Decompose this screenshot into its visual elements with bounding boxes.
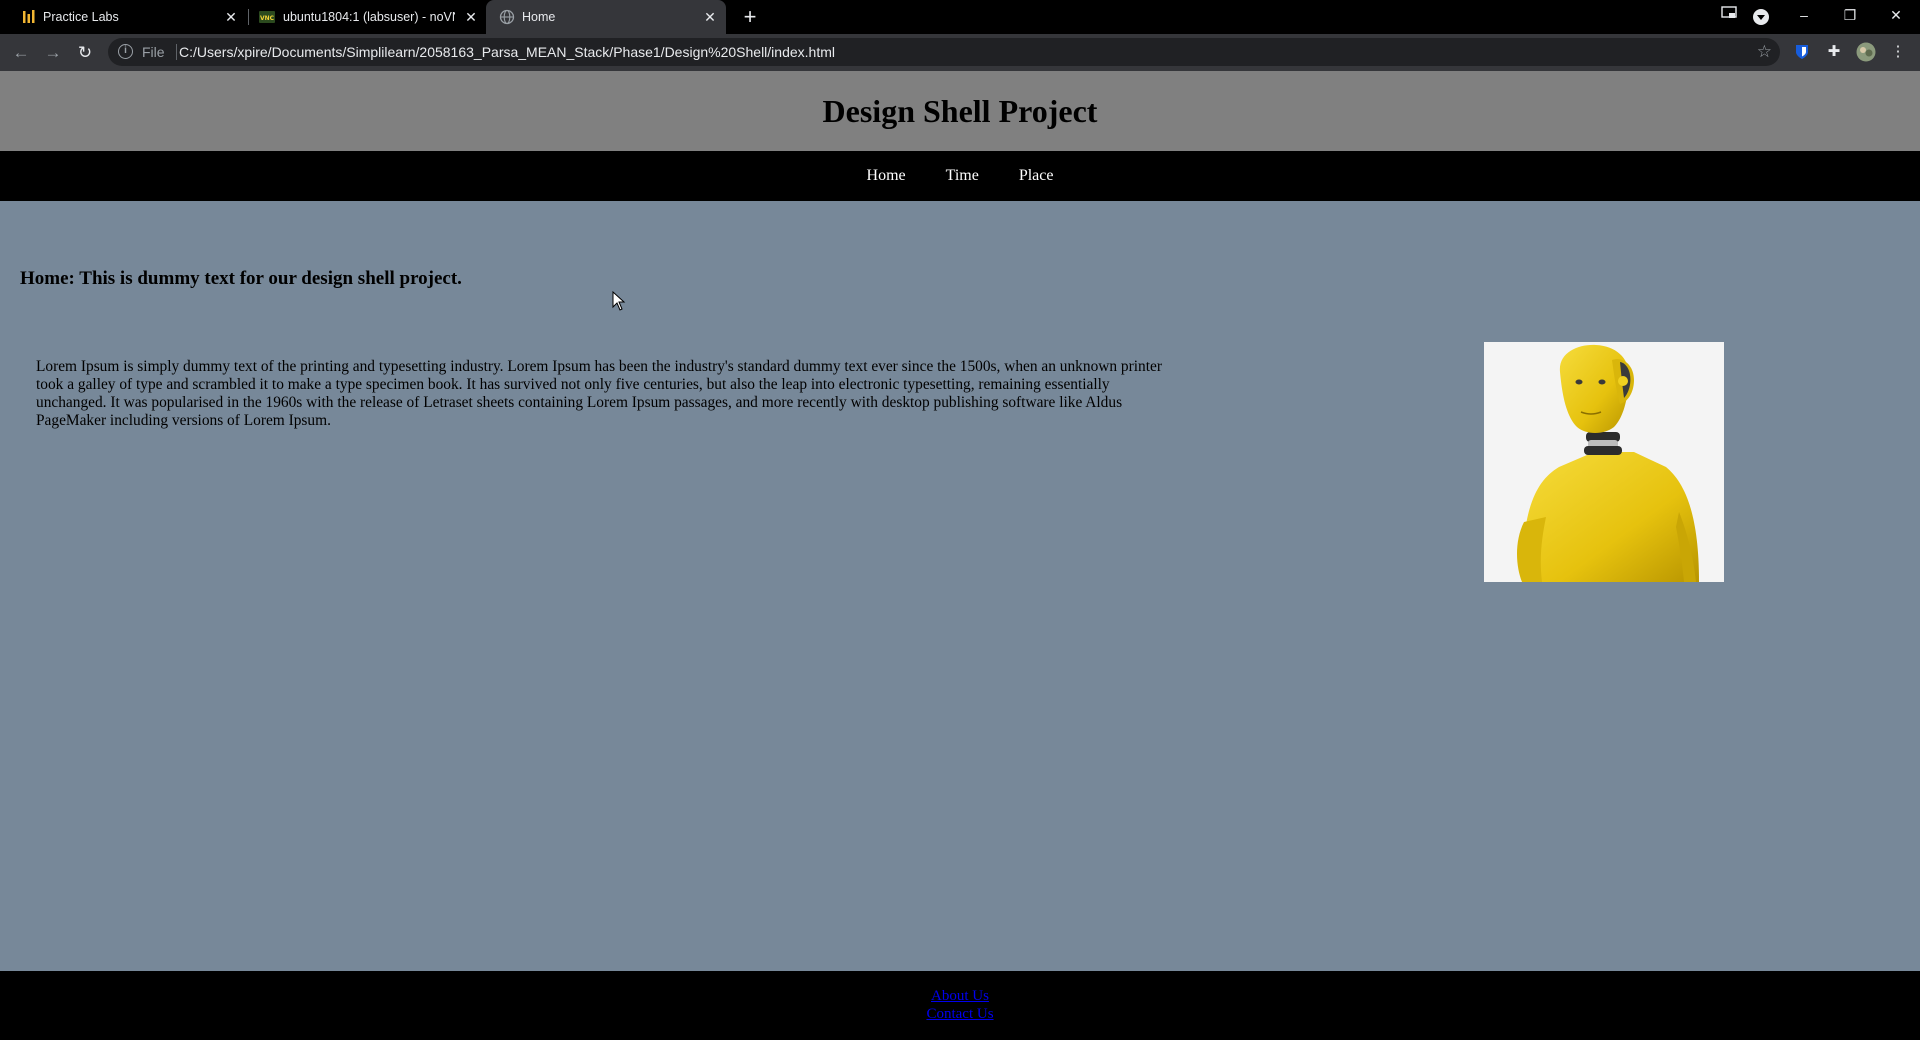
tab-practice-labs[interactable]: Practice Labs ✕: [0, 0, 240, 34]
practice-labs-logo-icon: [23, 10, 35, 23]
mouse-cursor-icon: [612, 291, 626, 311]
window-close-icon[interactable]: ✕: [1873, 0, 1919, 34]
footer-link-contact-us[interactable]: Contact Us: [0, 1005, 1920, 1023]
globe-icon: [499, 9, 515, 25]
browser-menu-icon[interactable]: ⋮: [1885, 39, 1911, 65]
tab-novnc[interactable]: VNC ubuntu1804:1 (labsuser) - noVNC ✕: [240, 0, 480, 34]
tab-title: Practice Labs: [43, 10, 119, 24]
profile-menu-icon[interactable]: [1738, 0, 1784, 34]
reload-icon[interactable]: ↻: [71, 39, 99, 67]
web-page: Design Shell Project Home Time Place Hom…: [0, 71, 1920, 1040]
close-icon[interactable]: ✕: [702, 9, 718, 25]
forward-arrow-icon[interactable]: →: [39, 39, 67, 67]
minimize-icon[interactable]: –: [1781, 0, 1827, 34]
footer-link-about-us[interactable]: About Us: [0, 987, 1920, 1005]
browser-toolbar: ← → ↻ i File C:/Users/xpire/Documents/Si…: [0, 34, 1920, 71]
close-icon[interactable]: ✕: [463, 9, 479, 25]
tab-title: ubuntu1804:1 (labsuser) - noVNC: [283, 10, 455, 24]
close-icon[interactable]: ✕: [223, 9, 239, 25]
scheme-label: File: [142, 44, 165, 60]
tab-strip: Practice Labs ✕ VNC ubuntu1804:1 (labsus…: [0, 0, 1920, 34]
avatar[interactable]: [1853, 39, 1879, 65]
url-text[interactable]: C:/Users/xpire/Documents/Simplilearn/205…: [179, 38, 835, 66]
vnc-logo-icon: VNC: [259, 11, 275, 23]
bitwarden-extension-icon[interactable]: [1789, 39, 1815, 65]
crash-test-dummy-image: [1484, 342, 1724, 582]
page-title: Design Shell Project: [822, 93, 1098, 129]
site-nav: Home Time Place: [0, 151, 1920, 201]
address-bar[interactable]: i File C:/Users/xpire/Documents/Simplile…: [108, 38, 1780, 66]
nav-link-home[interactable]: Home: [867, 151, 906, 201]
tab-title: Home: [522, 10, 556, 24]
tab-home[interactable]: Home ✕: [486, 0, 726, 34]
site-info-icon[interactable]: i: [118, 44, 133, 59]
nav-link-place[interactable]: Place: [1019, 151, 1054, 201]
home-heading: Home: This is dummy text for our design …: [20, 268, 462, 289]
omnibox-separator: [176, 44, 177, 60]
site-header: Design Shell Project: [0, 71, 1920, 151]
lorem-paragraph: Lorem Ipsum is simply dummy text of the …: [36, 358, 1162, 429]
new-tab-button[interactable]: +: [738, 5, 762, 29]
site-footer: About Us Contact Us: [0, 971, 1920, 1040]
restore-icon[interactable]: ❐: [1827, 0, 1873, 34]
nav-link-time[interactable]: Time: [946, 151, 979, 201]
back-arrow-icon[interactable]: ←: [7, 39, 35, 67]
svg-text:VNC: VNC: [260, 15, 275, 22]
extensions-puzzle-icon[interactable]: ✚: [1821, 39, 1847, 65]
bookmark-star-icon[interactable]: ☆: [1757, 38, 1772, 66]
